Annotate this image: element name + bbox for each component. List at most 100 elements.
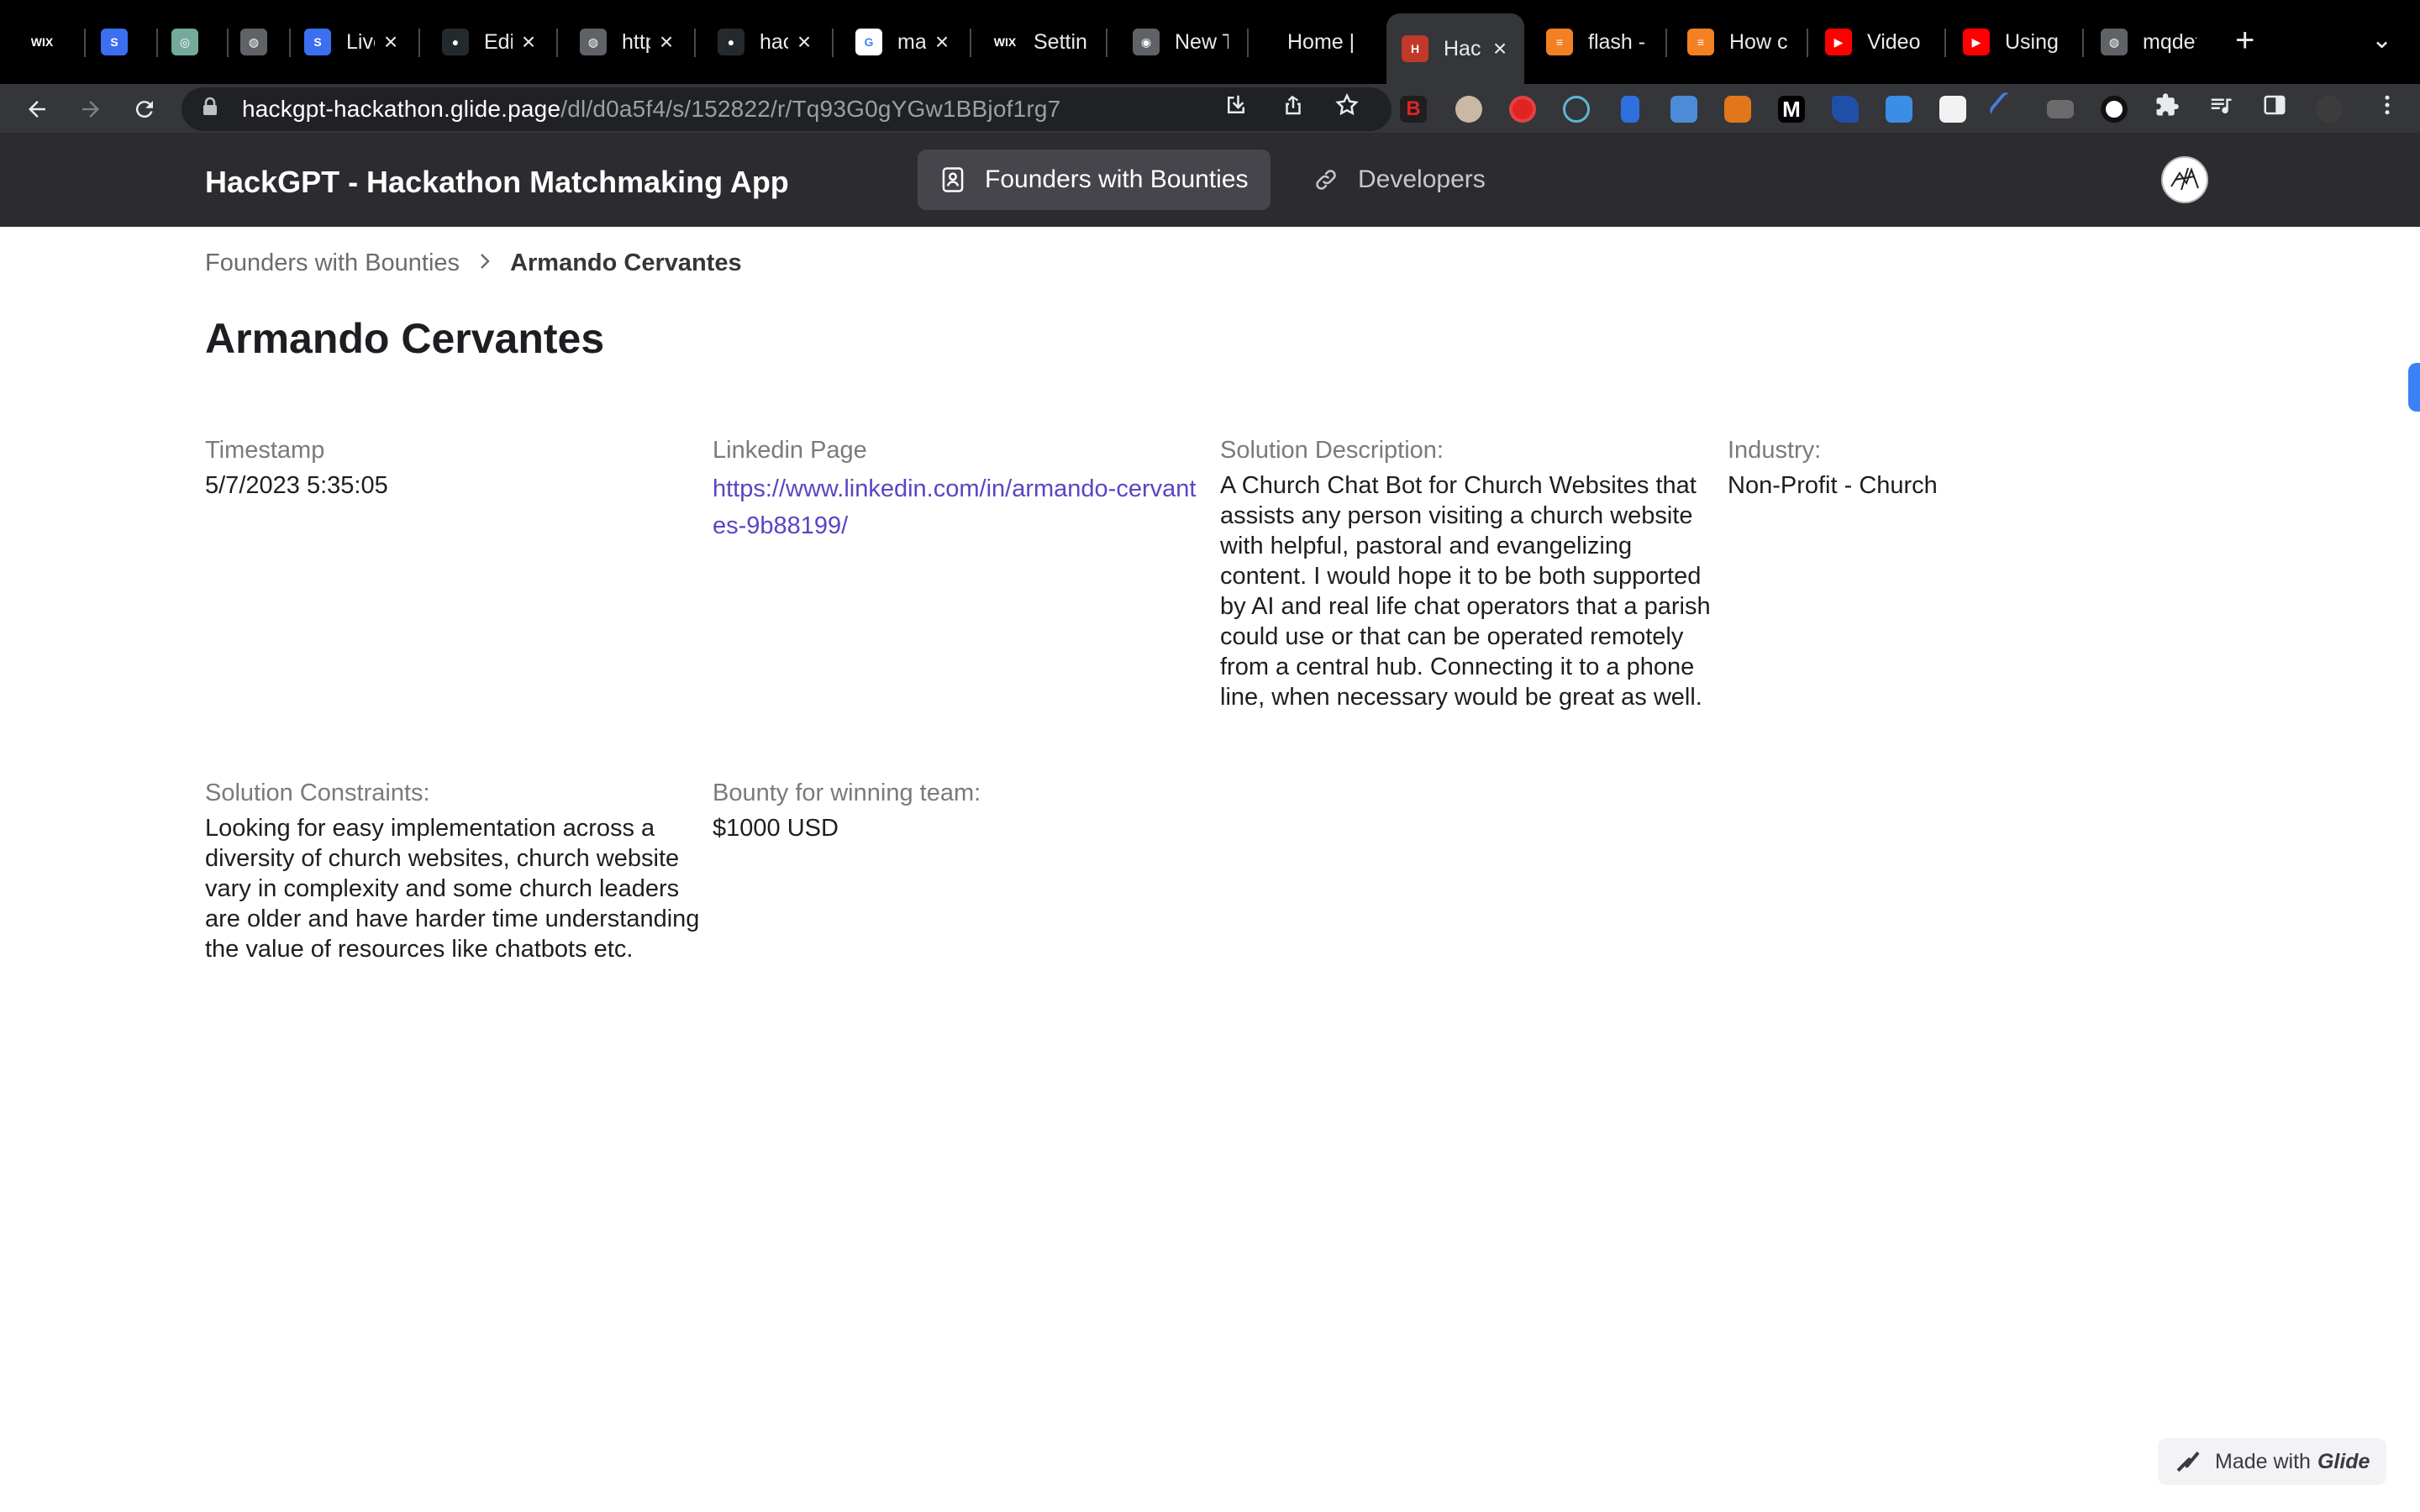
- forward-button[interactable]: [72, 91, 109, 128]
- extension-b-icon[interactable]: B: [1400, 96, 1427, 123]
- chrome-icon: ◉: [1133, 29, 1160, 55]
- made-with-glide-badge[interactable]: Made with Glide: [2158, 1438, 2386, 1485]
- browser-tab[interactable]: S: [86, 13, 153, 71]
- linkedin-link[interactable]: https://www.linkedin.com/in/armando-cerv…: [713, 470, 1200, 544]
- field-label: Timestamp: [205, 437, 325, 464]
- globe-icon: ◍: [2101, 29, 2128, 55]
- field-value: A Church Chat Bot for Church Websites th…: [1220, 472, 1711, 711]
- tab-separator: [1944, 29, 1946, 57]
- browser-tab-label: New Ta: [1175, 29, 1228, 54]
- close-tab-icon[interactable]: ×: [381, 29, 400, 55]
- extensions-puzzle-icon[interactable]: [2154, 92, 2180, 123]
- close-tab-icon[interactable]: ×: [519, 29, 538, 55]
- browser-tab-label: Video d: [1867, 29, 1926, 54]
- browser-tab[interactable]: ▶ Using T: [1948, 13, 2079, 71]
- browser-tab[interactable]: Gma ×: [840, 13, 966, 71]
- browser-tab[interactable]: ◍: [225, 13, 286, 71]
- browser-tab-label: How ca: [1729, 29, 1788, 54]
- tab-separator: [1247, 29, 1249, 57]
- browser-tab[interactable]: ▶ Video d: [1810, 13, 1941, 71]
- github-icon: ●: [442, 29, 469, 55]
- bookmark-star-icon[interactable]: [1334, 92, 1360, 123]
- browser-tab[interactable]: ● hac ×: [702, 13, 829, 71]
- field-solution-constraints: Solution Constraints: Looking for easy i…: [205, 776, 701, 964]
- reload-button[interactable]: [126, 91, 163, 128]
- contact-badge-icon: [939, 166, 966, 193]
- tab-separator: [1807, 29, 1808, 57]
- side-panel-icon[interactable]: [2262, 92, 2287, 123]
- browser-tab[interactable]: ◍ mqdefa: [2086, 13, 2212, 71]
- back-button[interactable]: [18, 91, 55, 128]
- browser-tab-label: Live: [346, 29, 375, 54]
- browser-tab-label: flash -: [1588, 29, 1646, 54]
- extension-circle-icon[interactable]: [2101, 96, 2128, 123]
- field-solution-description: Solution Description: A Church Chat Bot …: [1220, 433, 1716, 712]
- github-icon: ●: [718, 29, 744, 55]
- wix-icon: WIX: [992, 29, 1018, 55]
- breadcrumb-link-founders[interactable]: Founders with Bounties: [205, 249, 460, 277]
- browser-tab[interactable]: S Live×: [289, 13, 415, 71]
- browser-tab-label: Edit: [484, 29, 513, 54]
- browser-tab[interactable]: ◎: [156, 13, 224, 71]
- extension-doc-icon[interactable]: [1621, 96, 1639, 123]
- user-avatar[interactable]: [2161, 156, 2208, 203]
- extension-gray-icon[interactable]: [2047, 100, 2074, 118]
- browser-tab[interactable]: ≡ How ca: [1672, 13, 1803, 71]
- new-tab-icon[interactable]: +: [2235, 24, 2254, 57]
- s-blue-icon: S: [101, 29, 128, 55]
- extension-sketch-icon[interactable]: [1939, 96, 1966, 123]
- browser-tab-label: mqdefa: [2143, 29, 2196, 54]
- url-host: hackgpt-hackathon.glide.page: [242, 96, 561, 122]
- side-panel-handle[interactable]: [2408, 363, 2420, 412]
- field-value: 5/7/2023 5:35:05: [205, 472, 388, 499]
- extension-react-icon[interactable]: [1563, 96, 1590, 123]
- browser-tab[interactable]: ◉ New Ta: [1118, 13, 1244, 71]
- tab-search-chevron-icon[interactable]: ⌄: [2371, 25, 2392, 55]
- extension-m-icon[interactable]: M: [1778, 96, 1805, 123]
- extension-pin-icon[interactable]: [1987, 90, 2026, 129]
- sketch-figure-icon: [2170, 167, 2199, 191]
- app-header: HackGPT - Hackathon Matchmaking App Foun…: [0, 133, 2420, 227]
- tab-founders-with-bounties[interactable]: Founders with Bounties: [918, 150, 1270, 210]
- extension-metamask-icon[interactable]: [1724, 96, 1751, 123]
- address-bar[interactable]: hackgpt-hackathon.glide.page/dl/d0a5f4/s…: [182, 87, 1392, 131]
- close-tab-icon[interactable]: ×: [657, 29, 676, 55]
- browser-tab-label: Hac: [1444, 36, 1481, 60]
- close-tab-icon[interactable]: ×: [933, 29, 951, 55]
- tab-developers[interactable]: Developers: [1291, 150, 1507, 210]
- extension-record-icon[interactable]: [1509, 96, 1536, 123]
- profile-avatar-icon[interactable]: [2316, 96, 2343, 123]
- extension-vscode-icon[interactable]: [1832, 96, 1859, 123]
- tab-separator: [556, 29, 558, 57]
- breadcrumb: Founders with Bounties Armando Cervantes: [205, 249, 742, 277]
- media-playlist-icon[interactable]: [2208, 92, 2233, 123]
- browser-tab[interactable]: ≡ flash -: [1531, 13, 1662, 71]
- app-title: HackGPT - Hackathon Matchmaking App: [205, 165, 789, 199]
- install-app-icon[interactable]: [1223, 92, 1249, 123]
- browser-menu-icon[interactable]: [2375, 92, 2400, 123]
- tab-separator: [1106, 29, 1107, 57]
- tab-founders-label: Founders with Bounties: [985, 165, 1249, 193]
- browser-tab[interactable]: ◍ http ×: [565, 13, 691, 71]
- browser-tab-label: Setting: [1034, 29, 1087, 54]
- browser-tab[interactable]: WIX: [13, 13, 81, 71]
- openai-icon: ◎: [171, 29, 198, 55]
- close-tab-icon[interactable]: ×: [795, 29, 813, 55]
- browser-tab[interactable]: ● Edit×: [427, 13, 553, 71]
- field-bounty: Bounty for winning team: $1000 USD: [713, 776, 1208, 843]
- tab-separator: [694, 29, 696, 57]
- youtube-icon: ▶: [1825, 29, 1852, 55]
- close-tab-icon[interactable]: ×: [1491, 35, 1509, 62]
- browser-tab-label: hac: [760, 29, 788, 54]
- browser-tab[interactable]: H Hac ×: [1386, 13, 1524, 84]
- extension-resize-icon[interactable]: [1886, 96, 1912, 123]
- tab-separator: [832, 29, 834, 57]
- share-icon[interactable]: [1281, 92, 1306, 123]
- field-industry: Industry: Non-Profit - Church: [1728, 433, 2223, 501]
- field-label: Solution Description:: [1220, 437, 1444, 464]
- browser-tab[interactable]: Home |: [1257, 13, 1383, 71]
- extension-owl-icon[interactable]: [1455, 96, 1482, 123]
- extension-camera-icon[interactable]: [1670, 96, 1697, 123]
- browser-toolbar: hackgpt-hackathon.glide.page/dl/d0a5f4/s…: [0, 84, 2420, 133]
- browser-tab[interactable]: WIX Setting: [976, 13, 1102, 71]
